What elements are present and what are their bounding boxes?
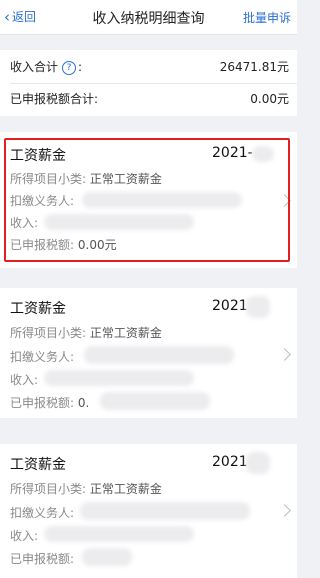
colon: : (78, 60, 83, 74)
redacted-income (44, 526, 194, 542)
withholder-label: 扣缴义务人: (10, 506, 75, 520)
divider (10, 83, 297, 84)
income-label: 收入: (10, 373, 39, 387)
subcategory-row: 所得项目小类: 正常工资薪金 (10, 324, 162, 341)
highlight-box (4, 138, 290, 262)
redacted-income (44, 370, 194, 386)
subcategory-value: 正常工资薪金 (89, 482, 162, 496)
declared-tax-value: 0. (77, 396, 90, 410)
question-circle-icon[interactable]: ? (62, 60, 77, 75)
income-label: 收入: (10, 529, 39, 543)
declared-tax-row: 已申报税额: 0. (10, 394, 89, 411)
batch-appeal-button[interactable]: 批量申诉 (243, 9, 291, 26)
declared-tax-label: 已申报税额: (10, 552, 75, 566)
subcategory-label: 所得项目小类: (10, 482, 87, 496)
income-total-label: 收入合计 (10, 60, 59, 74)
chevron-right-icon (278, 504, 291, 517)
income-total-label-wrap: 收入合计?: (10, 58, 82, 75)
record-type: 工资薪金 (10, 457, 66, 473)
redacted-withholder (80, 502, 250, 520)
redacted-tax (82, 548, 132, 566)
subcategory-label: 所得项目小类: (10, 326, 87, 340)
redacted-withholder (84, 346, 234, 364)
declared-tax-label: 已申报税额: (10, 396, 75, 410)
declared-tax-total-label: 已申报税额合计: (10, 92, 99, 106)
record-date: 2021 (212, 454, 248, 470)
income-total-row: 收入合计?: 26471.81元 (10, 56, 289, 76)
declared-tax-total-value: 0.00元 (250, 92, 289, 106)
declared-tax-row: 已申报税额合计: 0.00元 (10, 88, 289, 108)
nav-bar: ‹ 返回 收入纳税明细查询 批量申诉 (0, 0, 297, 35)
summary-panel: 收入合计?: 26471.81元 已申报税额合计: 0.00元 (0, 50, 297, 116)
redacted-date (246, 296, 270, 318)
withholder-label: 扣缴义务人: (10, 350, 75, 364)
record-card[interactable]: 工资薪金 2021 所得项目小类: 正常工资薪金 扣缴义务人: 收入: 已申报税… (0, 288, 297, 418)
subcategory-row: 所得项目小类: 正常工资薪金 (10, 480, 162, 497)
subcategory-value: 正常工资薪金 (89, 326, 162, 340)
record-card[interactable]: 工资薪金 2021 所得项目小类: 正常工资薪金 扣缴义务人: 收入: 已申报税… (0, 444, 297, 578)
chevron-right-icon (278, 348, 291, 361)
income-total-value: 26471.81元 (219, 60, 289, 74)
redacted-tax (100, 392, 210, 410)
redacted-date (246, 452, 270, 474)
declared-tax-row: 已申报税额: (10, 550, 74, 567)
record-date: 2021 (212, 298, 248, 314)
record-type: 工资薪金 (10, 301, 66, 317)
